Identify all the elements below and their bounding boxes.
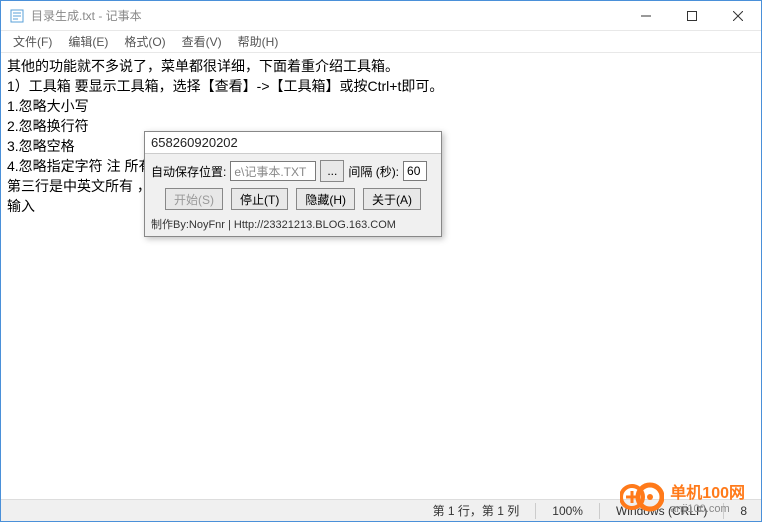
window-title: 目录生成.txt - 记事本 xyxy=(31,7,142,24)
text-area[interactable]: 其他的功能就不多说了，菜单都很详细，下面着重介绍工具箱。 1）工具箱 要显示工具… xyxy=(1,53,761,499)
about-button[interactable]: 关于(A) xyxy=(363,188,421,210)
content-line: 其他的功能就不多说了，菜单都很详细，下面着重介绍工具箱。 xyxy=(7,56,755,76)
stop-button[interactable]: 停止(T) xyxy=(231,188,288,210)
autosave-dialog: 658260920202 自动保存位置: ... 间隔 (秒): 开始(S) 停… xyxy=(144,131,442,237)
menubar: 文件(F) 编辑(E) 格式(O) 查看(V) 帮助(H) xyxy=(1,31,761,53)
close-button[interactable] xyxy=(715,1,761,31)
watermark-text: 单机100网 xyxy=(670,479,745,503)
hide-button[interactable]: 隐藏(H) xyxy=(296,188,355,210)
watermark-url: anji100.com xyxy=(670,503,745,515)
menu-help[interactable]: 帮助(H) xyxy=(230,31,287,52)
minimize-button[interactable] xyxy=(623,1,669,31)
maximize-button[interactable] xyxy=(669,1,715,31)
menu-file[interactable]: 文件(F) xyxy=(5,31,60,52)
save-location-label: 自动保存位置: xyxy=(151,163,226,180)
status-zoom: 100% xyxy=(538,504,597,518)
status-position: 第 1 行，第 1 列 xyxy=(419,502,534,519)
menu-edit[interactable]: 编辑(E) xyxy=(60,31,116,52)
notepad-icon xyxy=(9,8,25,24)
menu-format[interactable]: 格式(O) xyxy=(116,31,173,52)
browse-button[interactable]: ... xyxy=(320,160,344,182)
start-button[interactable]: 开始(S) xyxy=(165,188,223,210)
window-controls xyxy=(623,1,761,31)
interval-label: 间隔 (秒): xyxy=(348,163,399,180)
interval-input[interactable] xyxy=(403,161,427,181)
titlebar: 目录生成.txt - 记事本 xyxy=(1,1,761,31)
content-line: 1.忽略大小写 xyxy=(7,96,755,116)
dialog-title[interactable]: 658260920202 xyxy=(145,132,441,154)
watermark: 单机100网 anji100.com xyxy=(620,475,745,519)
menu-view[interactable]: 查看(V) xyxy=(174,31,230,52)
save-path-input[interactable] xyxy=(230,161,316,181)
watermark-logo-icon xyxy=(620,475,664,519)
content-line: 1）工具箱 要显示工具箱，选择【查看】->【工具箱】或按Ctrl+t即可。 xyxy=(7,76,755,96)
dialog-footer: 制作By:NoyFnr | Http://23321213.BLOG.163.C… xyxy=(151,214,435,232)
